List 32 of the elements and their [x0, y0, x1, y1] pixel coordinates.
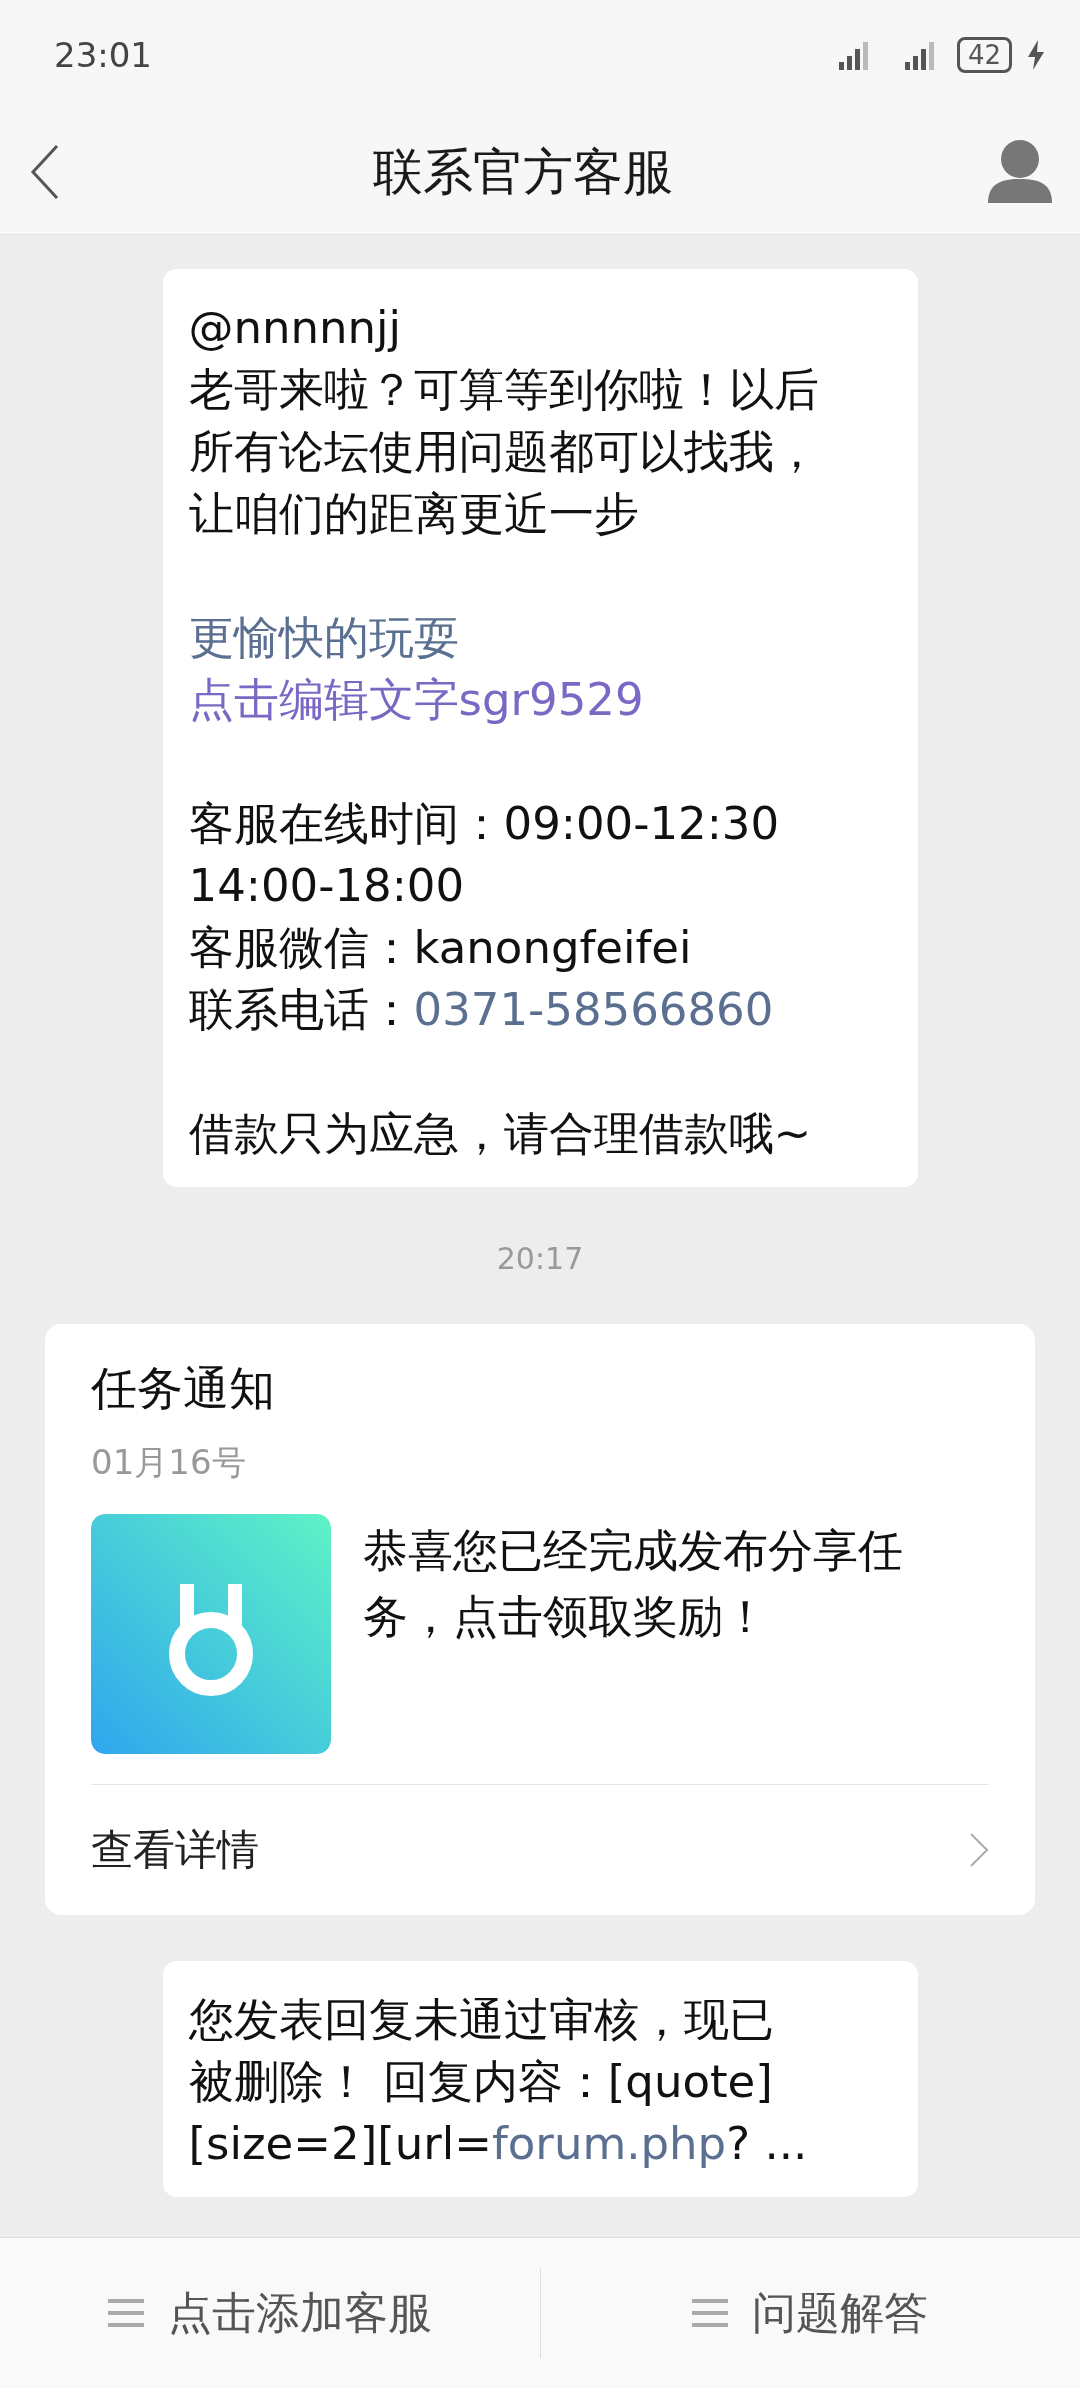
message-line: [size=2][url=forum.php? ...: [188, 2116, 809, 2172]
menu-button[interactable]: 点击添加客服: [0, 2268, 541, 2358]
back-icon[interactable]: [30, 144, 60, 200]
card-date: 01月16号: [91, 1441, 247, 1484]
details-link[interactable]: 查看详情: [91, 1785, 989, 1915]
message-line: 所有论坛使用问题都可以找我，: [188, 424, 820, 480]
message-line: 您发表回复未通过审核，现已: [188, 1992, 775, 2048]
card-message: 恭喜您已经完成发布分享任务，点击领取奖励！: [363, 1523, 904, 1645]
status-time: 23:01: [54, 35, 152, 75]
battery-level: 42: [956, 37, 1012, 73]
charging-icon: [1028, 40, 1044, 70]
message-line: 被删除！ 回复内容：[quote]: [188, 2054, 774, 2110]
message-line: 14:00-18:00: [188, 858, 466, 914]
message-line: 老哥来啦？可算等到你啦！以后: [188, 362, 820, 418]
medal-icon: [91, 1514, 331, 1754]
message-line: 借款只为应急，请合理借款哦~: [188, 1106, 813, 1162]
menu-button[interactable]: 问题解答: [540, 2268, 1080, 2358]
link-text[interactable]: 更愉快的玩耍: [188, 607, 644, 669]
message-time: 20:17: [496, 1241, 584, 1276]
page-title: 联系官方客服: [373, 141, 673, 203]
message-line: 让咱们的距离更近一步: [188, 486, 640, 542]
person-icon[interactable]: [986, 139, 1054, 205]
message-line: @nnnnnjj: [188, 300, 403, 356]
link-text[interactable]: 点击编辑文字sgr9529: [188, 669, 644, 731]
message-line: 客服微信：kanongfeifei: [188, 920, 693, 976]
card-title: 任务通知: [91, 1360, 276, 1417]
message-line: 客服在线时间：09:00-12:30: [188, 796, 781, 852]
menu-icon: [692, 2297, 729, 2329]
message-line: 联系电话：0371-58566860: [188, 982, 775, 1038]
notification-card[interactable]: 任务通知 01月16号 恭喜您已经完成发布分享任务，点击领取奖励！ 查看详情: [45, 1324, 1035, 1915]
menu-icon: [107, 2297, 144, 2329]
chevron-icon: [969, 1832, 989, 1868]
